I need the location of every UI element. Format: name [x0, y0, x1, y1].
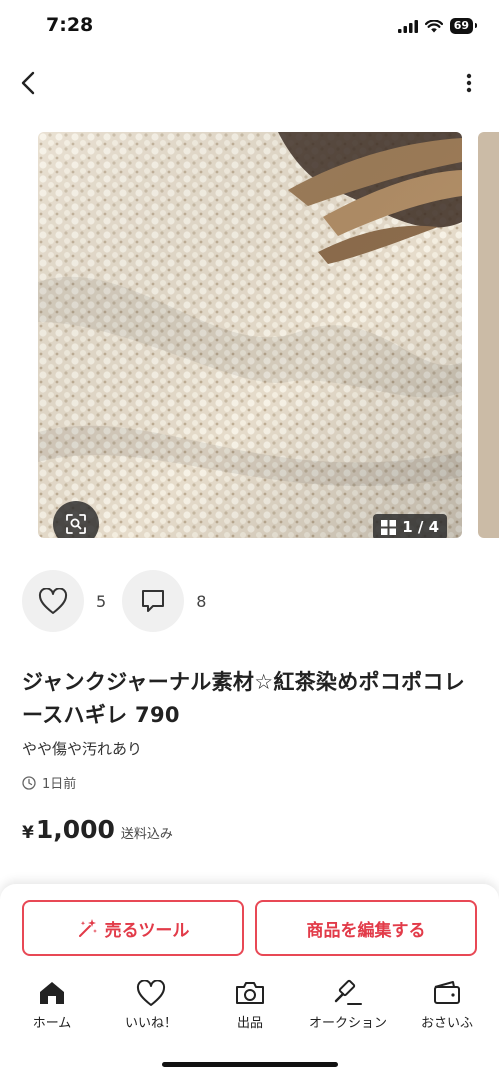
- battery-indicator: 69: [449, 18, 478, 34]
- status-time: 7:28: [46, 14, 94, 36]
- reactions-row: 5 8: [22, 569, 222, 633]
- sell-tool-button[interactable]: 売るツール: [22, 900, 244, 956]
- bottom-panel: 売るツール 商品を編集する ホーム いいね！ 出品 オークション おさいふ: [0, 884, 499, 1080]
- price-symbol: ¥: [22, 823, 34, 843]
- next-photo-preview[interactable]: [478, 132, 499, 538]
- sparkle-wand-icon: [78, 919, 97, 937]
- tab-home-label: ホーム: [32, 1016, 72, 1031]
- product-photo[interactable]: 1 / 4: [38, 132, 462, 538]
- signal-icon: [397, 19, 418, 33]
- comment-button[interactable]: [122, 570, 185, 632]
- price: ¥1,000 送料込み: [22, 815, 173, 844]
- more-options-button[interactable]: [461, 68, 477, 98]
- heart-icon: [38, 587, 68, 614]
- image-counter[interactable]: 1 / 4: [373, 514, 447, 538]
- photo-carousel[interactable]: 1 / 4: [0, 122, 499, 548]
- home-icon: [40, 982, 64, 1004]
- edit-item-label: 商品を編集する: [306, 920, 426, 941]
- tab-wallet[interactable]: おさいふ: [399, 978, 495, 1031]
- tab-sell-label: 出品: [236, 1016, 263, 1031]
- shipping-note: 送料込み: [120, 827, 173, 842]
- wallet-icon: [434, 981, 460, 1004]
- back-button[interactable]: [14, 68, 42, 98]
- home-indicator: [162, 1062, 338, 1067]
- grid-icon: [381, 519, 397, 535]
- like-button[interactable]: [22, 570, 84, 632]
- lens-search-icon: [66, 514, 86, 534]
- camera-icon: [236, 982, 264, 1004]
- image-counter-label: 1 / 4: [402, 518, 439, 536]
- status-icons: 69: [397, 18, 478, 34]
- edit-item-button[interactable]: 商品を編集する: [255, 900, 477, 956]
- comment-icon: [142, 590, 165, 612]
- tab-home[interactable]: ホーム: [4, 978, 100, 1031]
- tab-auction-label: オークション: [308, 1016, 387, 1031]
- heart-icon: [136, 979, 166, 1006]
- status-bar: 7:28 69: [0, 0, 499, 54]
- tab-wallet-label: おさいふ: [420, 1016, 473, 1031]
- sell-tool-label: 売るツール: [104, 920, 190, 941]
- lace-fabric-image: [38, 132, 462, 538]
- tab-auction[interactable]: オークション: [300, 978, 396, 1031]
- price-amount: 1,000: [35, 815, 115, 844]
- tab-bar: ホーム いいね！ 出品 オークション おさいふ: [0, 978, 499, 1038]
- product-condition: やや傷や汚れあり: [22, 740, 143, 758]
- posted-time-label: 1日前: [42, 777, 77, 792]
- product-title: ジャンクジャーナル素材☆紅茶染めポコポコレースハギレ 790: [22, 670, 466, 727]
- tab-sell[interactable]: 出品: [202, 978, 298, 1031]
- price-value: ¥1,000: [22, 815, 115, 844]
- comment-count: 8: [196, 591, 207, 611]
- like-count: 5: [96, 591, 107, 611]
- wifi-icon: [424, 19, 443, 32]
- nav-bar: [0, 60, 499, 106]
- tab-likes-label: いいね！: [124, 1016, 177, 1031]
- chevron-left-icon: [21, 71, 35, 95]
- posted-time: 1日前: [22, 773, 76, 792]
- tab-likes[interactable]: いいね！: [103, 978, 199, 1031]
- gavel-icon: [334, 979, 362, 1005]
- clock-icon: [22, 775, 36, 790]
- more-vertical-icon: [466, 73, 472, 93]
